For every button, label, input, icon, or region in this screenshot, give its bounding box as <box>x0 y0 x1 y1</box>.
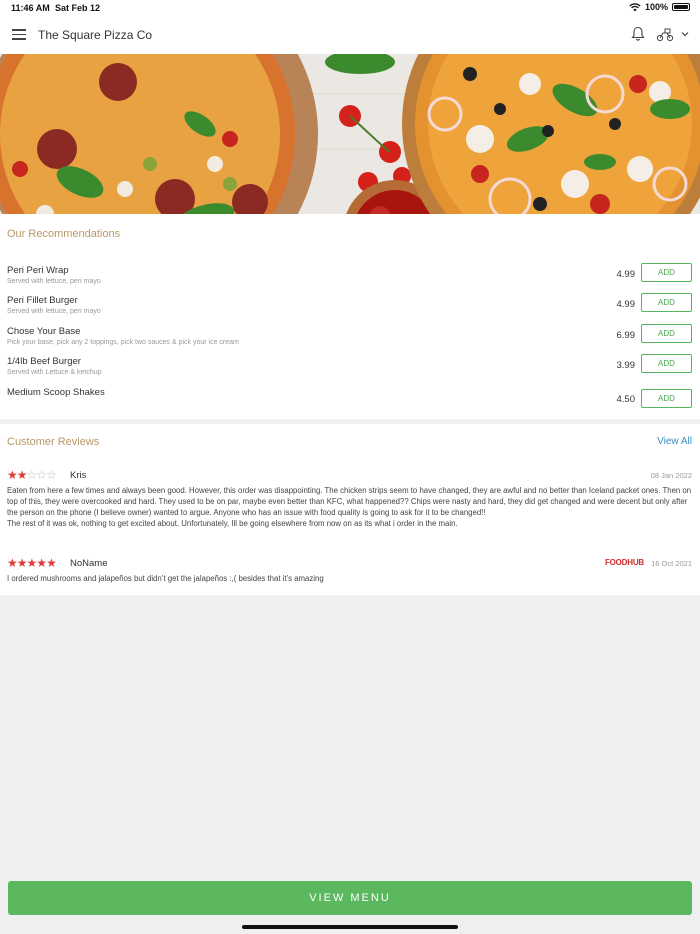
star-empty-icon: ☆ <box>36 468 47 482</box>
foodhub-logo: FOODHUB <box>604 558 644 567</box>
pizza-banner-image <box>0 54 700 214</box>
add-button[interactable]: ADD <box>641 389 692 408</box>
recommendation-item[interactable]: Peri Fillet Burger Served with lettuce, … <box>0 292 700 322</box>
add-button[interactable]: ADD <box>641 293 692 312</box>
reviewer-name: Kris <box>70 470 87 481</box>
item-price: 6.99 <box>616 330 636 341</box>
star-filled-icon: ★ <box>16 468 28 482</box>
battery-percent: 100% <box>644 2 668 12</box>
star-filled-icon: ★ <box>46 556 57 570</box>
item-name: Chose Your Base <box>7 326 81 337</box>
item-price: 4.50 <box>616 394 636 405</box>
page-title: The Square Pizza Co <box>38 28 153 42</box>
status-time: 11:46 AM <box>11 3 50 13</box>
item-description: Pick your base, pick any 2 toppings, pic… <box>7 339 239 346</box>
star-empty-icon: ☆ <box>46 468 57 482</box>
item-name: Peri Peri Wrap <box>7 265 69 276</box>
view-all-link[interactable]: View All <box>657 436 692 447</box>
item-price: 4.99 <box>616 269 636 280</box>
reviews-section: Customer Reviews View All ★★☆☆☆ Kris 08 … <box>0 424 700 595</box>
star-rating: ★★☆☆☆ <box>7 468 57 482</box>
recommendations-section: Our Recommendations Peri Peri Wrap Serve… <box>0 214 700 419</box>
star-rating: ★★★★★ <box>7 556 57 570</box>
review-text: Eaten from here a few times and always b… <box>7 486 692 528</box>
item-description: Served with Lettuce & ketchup <box>7 369 102 376</box>
item-description: Served with lettuce, peri mayo <box>7 308 101 315</box>
chevron-down-icon[interactable] <box>680 29 690 39</box>
hero-image <box>0 54 700 214</box>
add-button[interactable]: ADD <box>641 263 692 282</box>
app-header: The Square Pizza Co <box>0 16 700 54</box>
item-name: 1/4lb Beef Burger <box>7 356 81 367</box>
status-bar: 11:46 AM Sat Feb 12 100% <box>0 0 700 16</box>
review-text: I ordered mushrooms and jalapeños but di… <box>7 574 324 583</box>
menu-icon[interactable] <box>12 29 26 40</box>
star-empty-icon: ☆ <box>26 468 38 482</box>
star-filled-icon: ★ <box>7 468 18 482</box>
item-description: Served with lettuce, peri mayo <box>7 278 101 285</box>
battery-level <box>674 5 688 9</box>
bell-icon[interactable] <box>630 26 646 42</box>
review-date: 16 Oct 2021 <box>651 559 692 568</box>
recommendation-item[interactable]: Chose Your Base Pick your base, pick any… <box>0 323 700 353</box>
status-indicators: 100% <box>629 2 690 12</box>
recommendation-item[interactable]: Peri Peri Wrap Served with lettuce, peri… <box>0 262 700 292</box>
star-filled-icon: ★ <box>16 556 28 570</box>
item-price: 4.99 <box>616 299 636 310</box>
recommendation-item[interactable]: 1/4lb Beef Burger Served with Lettuce & … <box>0 353 700 383</box>
recommendation-item[interactable]: Medium Scoop Shakes 4.50 ADD <box>0 384 700 414</box>
delivery-icon[interactable] <box>656 26 674 42</box>
reviewer-name: NoName <box>70 558 108 569</box>
review-date: 08 Jan 2022 <box>650 471 692 480</box>
add-button[interactable]: ADD <box>641 324 692 343</box>
battery-icon <box>672 3 690 11</box>
item-name: Medium Scoop Shakes <box>7 387 105 398</box>
star-filled-icon: ★ <box>26 556 38 570</box>
recommendations-title: Our Recommendations <box>7 228 121 240</box>
item-price: 3.99 <box>616 360 636 371</box>
home-indicator <box>242 925 458 929</box>
wifi-icon <box>629 2 641 11</box>
star-filled-icon: ★ <box>36 556 47 570</box>
view-menu-button[interactable]: VIEW MENU <box>8 881 692 915</box>
reviews-title: Customer Reviews <box>7 436 100 448</box>
status-date: Sat Feb 12 <box>55 3 101 13</box>
add-button[interactable]: ADD <box>641 354 692 373</box>
item-name: Peri Fillet Burger <box>7 295 78 306</box>
star-filled-icon: ★ <box>7 556 18 570</box>
